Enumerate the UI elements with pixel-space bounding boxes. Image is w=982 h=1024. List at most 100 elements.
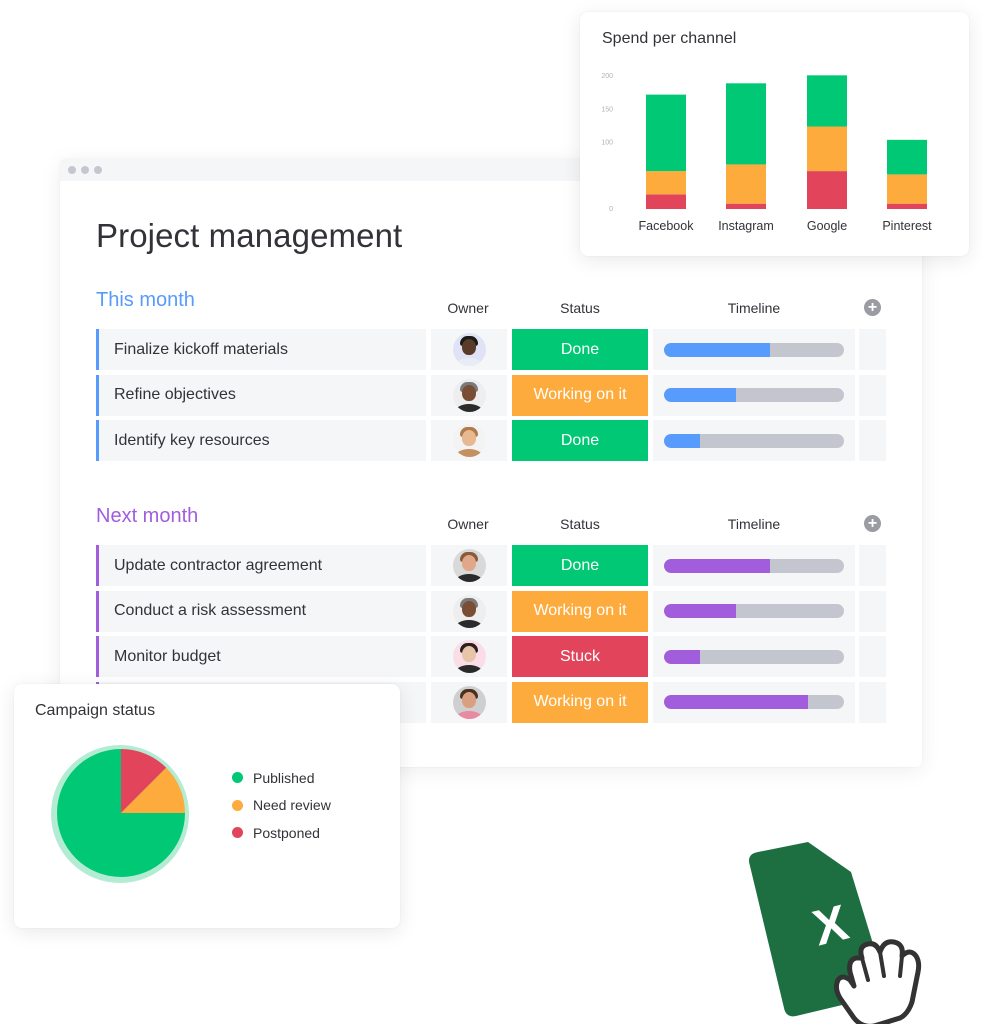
bar-facebook-need-review[interactable] — [646, 171, 686, 195]
group-header: Next month Owner Status Timeline + — [96, 505, 886, 545]
extra-column-cell[interactable] — [859, 329, 886, 370]
group-color-bar — [96, 420, 99, 461]
timeline-progress — [664, 433, 700, 448]
legend-label: Need review — [253, 797, 331, 814]
table-row[interactable]: Identify key resources Done — [96, 420, 886, 461]
owner-cell[interactable] — [431, 636, 507, 677]
status-badge[interactable]: Done — [512, 420, 648, 461]
timeline-progress — [664, 558, 771, 573]
column-header-timeline[interactable]: Timeline — [654, 516, 854, 532]
bar-pinterest-postponed[interactable] — [887, 203, 927, 209]
bar-facebook-published[interactable] — [646, 94, 686, 172]
item-name-cell[interactable]: Identify key resources — [96, 420, 426, 461]
owner-cell[interactable] — [431, 545, 507, 586]
extra-column-cell[interactable] — [859, 681, 886, 723]
group-color-bar — [96, 636, 99, 677]
status-badge[interactable]: Stuck — [512, 636, 648, 677]
table-row[interactable]: Monitor budget Stuck — [96, 636, 886, 677]
timeline-bar[interactable] — [664, 695, 844, 709]
owner-cell[interactable] — [431, 681, 507, 723]
bar-pinterest-need-review[interactable] — [887, 174, 927, 204]
table-row[interactable]: Update contractor agreement Done — [96, 545, 886, 586]
add-column-button[interactable]: + — [864, 299, 881, 316]
status-badge[interactable]: Working on it — [512, 681, 648, 723]
timeline-cell[interactable] — [653, 590, 855, 632]
column-header-status[interactable]: Status — [512, 516, 648, 532]
timeline-cell[interactable] — [653, 636, 855, 677]
status-label: Working on it — [533, 386, 627, 403]
status-label: Done — [560, 556, 600, 574]
avatar[interactable] — [452, 594, 486, 628]
x-tick-label: Pinterest — [882, 219, 932, 233]
status-label: Done — [560, 340, 600, 358]
timeline-cell[interactable] — [653, 420, 855, 461]
y-tick-label: 150 — [601, 106, 613, 113]
bar-pinterest-published[interactable] — [887, 139, 927, 175]
bar-instagram-need-review[interactable] — [726, 164, 766, 204]
avatar[interactable] — [452, 549, 486, 582]
avatar[interactable] — [452, 685, 486, 719]
table-row[interactable]: Refine objectives Working on it — [96, 374, 886, 416]
timeline-cell[interactable] — [653, 545, 855, 586]
table-row[interactable]: Finalize kickoff materials Done — [96, 329, 886, 370]
item-name-cell[interactable]: Finalize kickoff materials — [96, 329, 426, 370]
item-name-cell[interactable]: Update contractor agreement — [96, 545, 426, 586]
group-title[interactable]: This month — [96, 289, 195, 312]
timeline-bar[interactable] — [664, 604, 844, 618]
table-row[interactable]: Conduct a risk assessment Working on it — [96, 590, 886, 632]
extra-column-cell[interactable] — [859, 636, 886, 677]
window-dot-icon[interactable] — [81, 166, 89, 174]
plus-circle-icon: + — [867, 299, 878, 316]
timeline-bar[interactable] — [664, 342, 844, 357]
status-badge[interactable]: Working on it — [512, 590, 648, 632]
legend-item-postponed: Postponed — [232, 819, 331, 847]
timeline-cell[interactable] — [653, 374, 855, 416]
extra-column-cell[interactable] — [859, 420, 886, 461]
timeline-bar[interactable] — [664, 388, 844, 402]
bar-google-postponed[interactable] — [807, 171, 847, 209]
timeline-bar[interactable] — [664, 558, 844, 573]
bar-google-need-review[interactable] — [807, 126, 847, 172]
status-badge[interactable]: Done — [512, 329, 648, 370]
timeline-cell[interactable] — [653, 681, 855, 723]
spend-bar-chart: 0 100 150 200 Facebook Instagram Google Pintere… — [601, 73, 932, 233]
extra-column-cell[interactable] — [859, 545, 886, 586]
column-header-owner[interactable]: Owner — [432, 300, 504, 316]
item-name-cell[interactable]: Refine objectives — [96, 374, 426, 416]
column-header-timeline[interactable]: Timeline — [654, 300, 854, 316]
owner-cell[interactable] — [431, 420, 507, 461]
y-tick-label: 100 — [601, 140, 613, 147]
bar-google-published[interactable] — [807, 75, 847, 127]
timeline-bar[interactable] — [664, 649, 844, 664]
extra-column-cell[interactable] — [859, 590, 886, 632]
avatar[interactable] — [452, 333, 486, 366]
status-badge[interactable]: Done — [512, 545, 648, 586]
status-badge[interactable]: Working on it — [512, 374, 648, 416]
window-dot-icon[interactable] — [68, 166, 76, 174]
timeline-bar[interactable] — [664, 433, 844, 448]
bar-instagram-published[interactable] — [726, 83, 766, 165]
extra-column-cell[interactable] — [859, 374, 886, 416]
bar-instagram-postponed[interactable] — [726, 203, 766, 209]
item-name: Refine objectives — [114, 386, 236, 403]
excel-export-button[interactable]: X — [738, 836, 938, 1024]
avatar[interactable] — [452, 378, 486, 412]
owner-cell[interactable] — [431, 590, 507, 632]
item-name: Monitor budget — [114, 647, 221, 665]
avatar[interactable] — [452, 640, 486, 673]
item-name-cell[interactable]: Conduct a risk assessment — [96, 590, 426, 632]
item-name-cell[interactable]: Monitor budget — [96, 636, 426, 677]
avatar[interactable] — [452, 424, 486, 457]
window-dot-icon[interactable] — [94, 166, 102, 174]
timeline-cell[interactable] — [653, 329, 855, 370]
owner-cell[interactable] — [431, 329, 507, 370]
group-this-month: This month Owner Status Timeline + Finalize k… — [96, 289, 886, 466]
campaign-status-card: Campaign status Published Need review Po… — [14, 684, 400, 928]
add-column-button[interactable]: + — [864, 515, 881, 532]
column-header-status[interactable]: Status — [512, 300, 648, 316]
item-name: Finalize kickoff materials — [114, 340, 288, 358]
bar-facebook-postponed[interactable] — [646, 194, 686, 209]
owner-cell[interactable] — [431, 374, 507, 416]
group-title[interactable]: Next month — [96, 505, 198, 528]
column-header-owner[interactable]: Owner — [432, 516, 504, 532]
